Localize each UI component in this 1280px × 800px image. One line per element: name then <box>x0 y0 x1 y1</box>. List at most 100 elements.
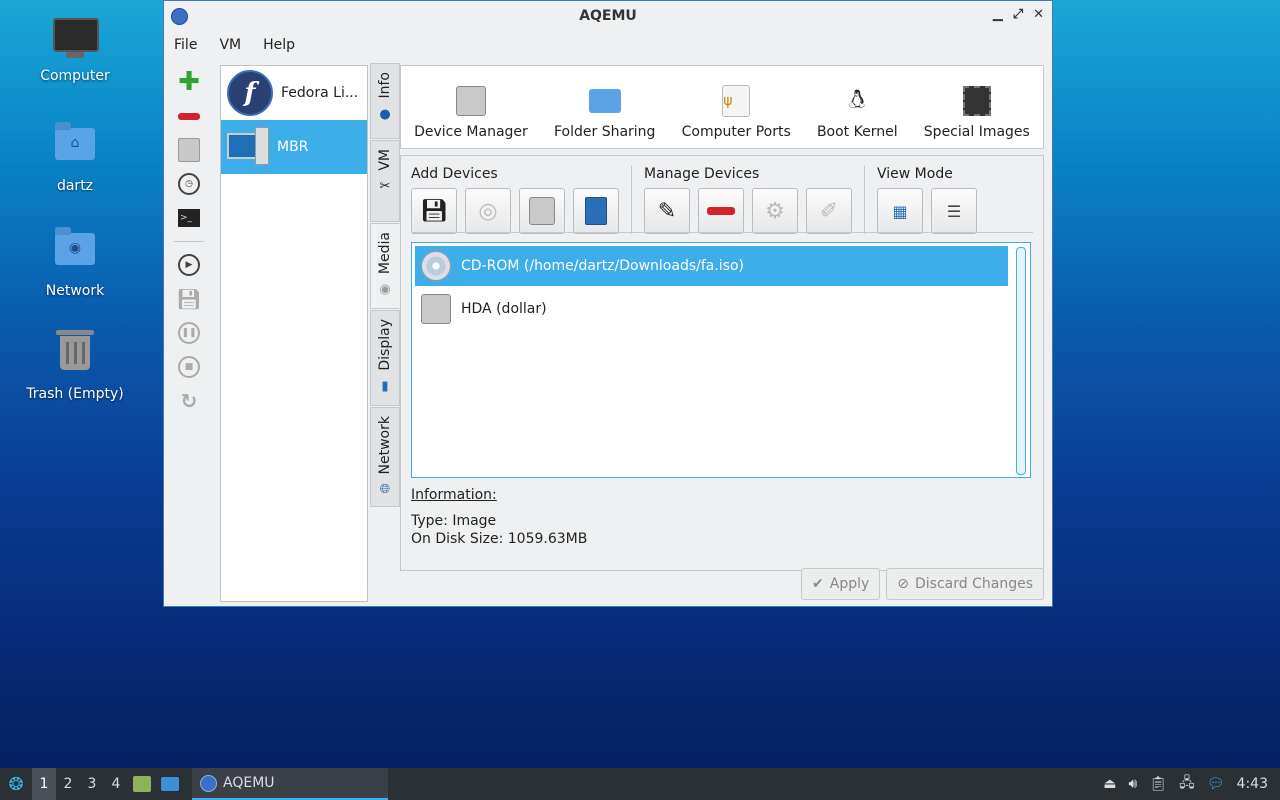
harddisk-icon <box>529 197 555 225</box>
workspace-4[interactable]: 4 <box>104 768 128 800</box>
vm-disk-button[interactable] <box>170 133 208 167</box>
separator-line <box>411 232 1033 233</box>
workspace-1[interactable]: 1 <box>32 768 56 800</box>
desktop-icon-label: dartz <box>56 178 94 194</box>
vm-console-button[interactable]: >_ <box>170 201 208 235</box>
clipboard-icon[interactable]: 📋︎ <box>1149 776 1167 792</box>
discard-changes-button[interactable]: ⊘ Discard Changes <box>886 568 1044 600</box>
notification-icon[interactable]: 💬︎ <box>1207 776 1225 792</box>
remove-device-button[interactable] <box>698 188 744 234</box>
computer-ports-button[interactable]: ψ Computer Ports <box>682 84 791 140</box>
harddisk-icon <box>455 84 486 116</box>
minus-icon <box>707 207 735 215</box>
devices-groupbox: Add Devices 💾︎ ◎ Manage Devices ✎ ⚙ ✐ Vi… <box>400 155 1044 571</box>
menu-file[interactable]: File <box>174 37 197 53</box>
tab-info[interactable]: Info ● <box>370 63 400 139</box>
workspace-2[interactable]: 2 <box>56 768 80 800</box>
tab-display[interactable]: Display ▮ <box>370 310 400 406</box>
device-list-scrollbar[interactable] <box>1016 247 1026 475</box>
edit-device-button[interactable]: ✎ <box>644 188 690 234</box>
add-cdrom-button[interactable]: ◎ <box>465 188 511 234</box>
media-top-buttons: Device Manager Folder Sharing ψ Computer… <box>400 65 1044 149</box>
taskbar-app-aqemu[interactable]: AQEMU <box>192 768 388 800</box>
information-heading: Information: <box>411 487 497 503</box>
eject-icon[interactable]: ⏏ <box>1103 776 1116 792</box>
tab-vm[interactable]: VM ✂ <box>370 140 400 222</box>
device-manager-button[interactable]: Device Manager <box>414 84 528 140</box>
folder-icon <box>588 84 621 116</box>
device-list-item[interactable]: CD-ROM (/home/dartz/Downloads/fa.iso) <box>415 246 1008 286</box>
add-storage-button[interactable] <box>573 188 619 234</box>
taskbar: ❂ 1 2 3 4 AQEMU ⏏ 🔊︎ 📋︎ 🖧 💬︎ 4:43 <box>0 768 1280 800</box>
minus-icon <box>178 112 200 120</box>
apply-button[interactable]: ✔ Apply <box>801 568 881 600</box>
start-vm-button[interactable]: ▶ <box>170 248 208 282</box>
device-list: CD-ROM (/home/dartz/Downloads/fa.iso) HD… <box>411 242 1031 478</box>
desktop-icon-computer[interactable]: Computer <box>20 18 130 84</box>
add-devices-group: Add Devices 💾︎ ◎ <box>411 166 619 234</box>
window-title: AQEMU <box>579 8 637 24</box>
save-vm-button[interactable]: 💾︎ <box>170 282 208 316</box>
stop-vm-button[interactable]: ■ <box>170 350 208 384</box>
add-floppy-button[interactable]: 💾︎ <box>411 188 457 234</box>
terminal-icon: >_ <box>178 209 200 227</box>
cdrom-icon: ◎ <box>478 198 498 224</box>
special-images-button[interactable]: Special Images <box>924 84 1030 140</box>
manage-devices-group: Manage Devices ✎ ⚙ ✐ <box>644 166 852 234</box>
vm-history-button[interactable]: ◷ <box>170 167 208 201</box>
reset-vm-button[interactable]: ↻ <box>170 384 208 418</box>
device-properties-button[interactable]: ⚙ <box>752 188 798 234</box>
vm-list-item[interactable]: f Fedora Li... <box>221 66 367 120</box>
desktop-icon-network[interactable]: ◉ Network <box>20 225 130 299</box>
computer-icon <box>227 127 269 167</box>
start-menu-button[interactable]: ❂ <box>0 768 32 800</box>
volume-icon[interactable]: 🔊︎ <box>1129 776 1138 792</box>
chip-icon <box>962 84 991 116</box>
tab-media[interactable]: Media ◉ <box>370 223 400 309</box>
clock-icon: ◷ <box>178 173 200 195</box>
desktop-icon-trash[interactable]: Trash (Empty) <box>20 330 130 402</box>
minimize-icon[interactable]: ▁ <box>993 7 1003 22</box>
device-advanced-button[interactable]: ✐ <box>806 188 852 234</box>
plus-icon: ✚ <box>178 67 200 97</box>
stop-icon: ■ <box>178 356 200 378</box>
wrench-icon: ✐ <box>819 198 839 224</box>
usb-icon: ψ <box>722 84 751 117</box>
desktop-icon-home[interactable]: ⌂ dartz <box>20 120 130 194</box>
menu-help[interactable]: Help <box>263 37 295 53</box>
tux-icon: 🐧︎ <box>849 85 866 115</box>
media-pane: Device Manager Folder Sharing ψ Computer… <box>400 65 1044 571</box>
icon-view-button[interactable]: ▦ <box>877 188 923 234</box>
file-manager-icon <box>133 776 151 792</box>
pause-vm-button[interactable]: ❚❚ <box>170 316 208 350</box>
home-folder-icon: ⌂ <box>53 122 97 172</box>
maximize-icon[interactable]: ⤢ <box>1013 7 1023 22</box>
vm-list-item[interactable]: MBR <box>221 120 367 174</box>
desktop-icon-label: Network <box>45 283 105 299</box>
group-separator <box>631 166 632 234</box>
add-vm-button[interactable]: ✚ <box>170 65 208 99</box>
device-information: Information: Type: Image On Disk Size: 1… <box>411 486 587 548</box>
menu-vm[interactable]: VM <box>219 37 241 53</box>
device-list-item[interactable]: HDA (dollar) <box>415 289 1008 329</box>
info-icon: ● <box>379 106 391 122</box>
add-harddisk-button[interactable] <box>519 188 565 234</box>
clock[interactable]: 4:43 <box>1237 776 1268 792</box>
aqemu-app-icon <box>171 8 188 25</box>
boot-kernel-button[interactable]: 🐧︎ Boot Kernel <box>817 84 898 140</box>
info-size: On Disk Size: 1059.63MB <box>411 531 588 547</box>
tab-network[interactable]: Network 🌐︎ <box>370 407 400 507</box>
show-desktop-launcher[interactable] <box>156 768 184 800</box>
list-view-button[interactable]: ☰ <box>931 188 977 234</box>
file-manager-launcher[interactable] <box>128 768 156 800</box>
check-icon: ✔ <box>812 576 824 592</box>
close-icon[interactable]: ✕ <box>1033 7 1044 22</box>
menubar: File VM Help <box>164 31 1052 59</box>
network-status-icon[interactable]: 🖧 <box>1179 772 1195 796</box>
pencil-icon: ✎ <box>657 198 677 224</box>
window-titlebar[interactable]: AQEMU ▁ ⤢ ✕ <box>164 1 1052 31</box>
workspace-3[interactable]: 3 <box>80 768 104 800</box>
remove-vm-button[interactable] <box>170 99 208 133</box>
folder-sharing-button[interactable]: Folder Sharing <box>554 84 655 140</box>
refresh-icon: ↻ <box>180 389 198 413</box>
